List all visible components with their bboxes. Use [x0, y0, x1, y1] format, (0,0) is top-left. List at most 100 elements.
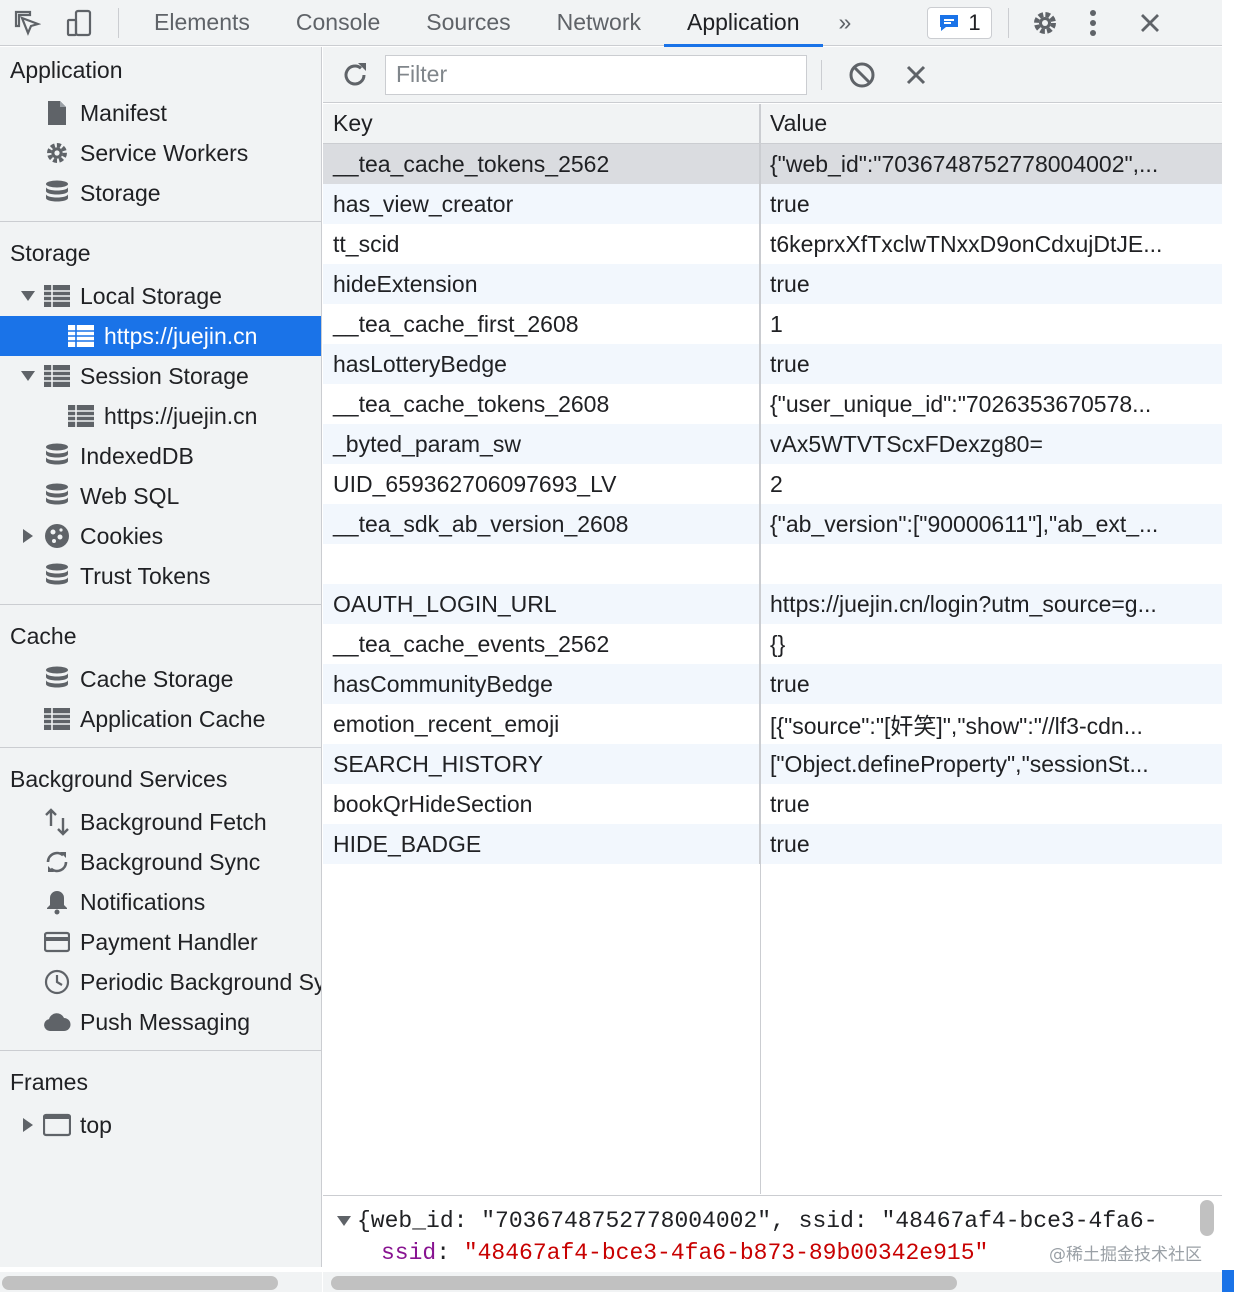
- sidebar-item-storage[interactable]: Storage: [0, 173, 321, 213]
- table-row[interactable]: __tea_cache_tokens_2608 {"user_unique_id"…: [323, 384, 1222, 424]
- table-cell-value[interactable]: vAx5WTVTScxFDexzg80=: [760, 424, 1220, 464]
- table-row[interactable]: hideExtension true: [323, 264, 1222, 304]
- table-cell-value[interactable]: [{"source":"[奸笑]","show":"//lf3-cdn...: [760, 704, 1220, 744]
- table-cell-value[interactable]: true: [760, 344, 1220, 384]
- delete-selected-icon[interactable]: [888, 47, 944, 103]
- tab-sources[interactable]: Sources: [403, 0, 533, 46]
- table-row[interactable]: has_view_creator true: [323, 184, 1222, 224]
- table-row[interactable]: __tea_cache_first_2608 1: [323, 304, 1222, 344]
- preview-horizontal-scrollbar[interactable]: [323, 1272, 1222, 1292]
- close-icon[interactable]: [1121, 0, 1179, 46]
- sidebar-item-payment-handler[interactable]: Payment Handler: [0, 922, 321, 962]
- table-cell-key[interactable]: __tea_sdk_ab_version_2608: [323, 504, 760, 544]
- sidebar-item-notifications[interactable]: Notifications: [0, 882, 321, 922]
- sidebar-item-cache-storage[interactable]: Cache Storage: [0, 659, 321, 699]
- scrollbar-thumb[interactable]: [2, 1276, 278, 1290]
- table-cell-key[interactable]: [323, 544, 760, 584]
- tab-application[interactable]: Application: [664, 0, 823, 47]
- table-cell-key[interactable]: emotion_recent_emoji: [323, 704, 760, 744]
- refresh-icon[interactable]: [335, 47, 375, 103]
- column-header-value[interactable]: Value: [760, 104, 1220, 143]
- sidebar-item-frame-top[interactable]: top: [0, 1105, 321, 1145]
- table-cell-key[interactable]: has_view_creator: [323, 184, 760, 224]
- scrollbar-thumb[interactable]: [331, 1276, 957, 1290]
- preview-object-line[interactable]: {web_id: "7036748752778004002", ssid: "4…: [337, 1208, 1158, 1234]
- table-cell-value[interactable]: true: [760, 664, 1220, 704]
- table-cell-key[interactable]: __tea_cache_tokens_2608: [323, 384, 760, 424]
- filter-input[interactable]: [385, 54, 807, 95]
- sidebar-item-background-sync[interactable]: Background Sync: [0, 842, 321, 882]
- sidebar-item-manifest[interactable]: Manifest: [0, 93, 321, 133]
- table-cell-key[interactable]: _byted_param_sw: [323, 424, 760, 464]
- triangle-down-icon[interactable]: [18, 291, 38, 301]
- table-row[interactable]: __tea_cache_events_2562 {}: [323, 624, 1222, 664]
- table-cell-value[interactable]: true: [760, 824, 1220, 864]
- triangle-down-icon[interactable]: [337, 1216, 351, 1226]
- sidebar-item-push-messaging[interactable]: Push Messaging: [0, 1002, 321, 1042]
- sidebar-item-background-fetch[interactable]: Background Fetch: [0, 802, 321, 842]
- table-row[interactable]: __tea_sdk_ab_version_2608 {"ab_version":[…: [323, 504, 1222, 544]
- table-cell-key[interactable]: bookQrHideSection: [323, 784, 760, 824]
- table-cell-key[interactable]: SEARCH_HISTORY: [323, 744, 760, 784]
- table-row[interactable]: UID_659362706097693_LV 2: [323, 464, 1222, 504]
- table-cell-value[interactable]: [760, 544, 1220, 584]
- sidebar-item-trust-tokens[interactable]: Trust Tokens: [0, 556, 321, 596]
- sidebar-item-indexeddb[interactable]: IndexedDB: [0, 436, 321, 476]
- table-row[interactable]: __tea_cache_tokens_2562 {"web_id":"703674…: [323, 144, 1222, 184]
- clear-all-icon[interactable]: [836, 47, 888, 103]
- triangle-right-icon[interactable]: [18, 1118, 38, 1132]
- table-row[interactable]: HIDE_BADGE true: [323, 824, 1222, 864]
- table-row[interactable]: OAUTH_LOGIN_URL https://juejin.cn/login?u…: [323, 584, 1222, 624]
- table-cell-value[interactable]: t6keprxXfTxclwTNxxD9onCdxujDtJE...: [760, 224, 1220, 264]
- device-toggle-icon[interactable]: [54, 0, 106, 46]
- table-cell-value[interactable]: true: [760, 264, 1220, 304]
- table-row[interactable]: hasLotteryBedge true: [323, 344, 1222, 384]
- table-cell-value[interactable]: 1: [760, 304, 1220, 344]
- sidebar-item-periodic-background-sync[interactable]: Periodic Background Sync: [0, 962, 321, 1002]
- sidebar-item-service-workers[interactable]: Service Workers: [0, 133, 321, 173]
- sidebar-item-session-storage-origin[interactable]: https://juejin.cn: [0, 396, 321, 436]
- sidebar-item-session-storage[interactable]: Session Storage: [0, 356, 321, 396]
- sidebar-item-local-storage-origin[interactable]: https://juejin.cn: [0, 316, 321, 356]
- sidebar-item-cookies[interactable]: Cookies: [0, 516, 321, 556]
- table-row[interactable]: SEARCH_HISTORY ["Object.defineProperty","…: [323, 744, 1222, 784]
- table-row[interactable]: emotion_recent_emoji [{"source":"[奸笑]","s…: [323, 704, 1222, 744]
- table-cell-value[interactable]: {"ab_version":["90000611"],"ab_ext_...: [760, 504, 1220, 544]
- table-cell-key[interactable]: hasLotteryBedge: [323, 344, 760, 384]
- sidebar-item-web-sql[interactable]: Web SQL: [0, 476, 321, 516]
- inspect-icon[interactable]: [0, 0, 54, 46]
- table-cell-value[interactable]: true: [760, 184, 1220, 224]
- gear-icon[interactable]: [1025, 0, 1065, 46]
- table-cell-key[interactable]: hasCommunityBedge: [323, 664, 760, 704]
- issues-button[interactable]: 1: [927, 6, 992, 39]
- sidebar-item-local-storage[interactable]: Local Storage: [0, 276, 321, 316]
- table-cell-value[interactable]: 2: [760, 464, 1220, 504]
- tab-network[interactable]: Network: [534, 0, 664, 46]
- table-cell-value[interactable]: {"web_id":"7036748752778004002",...: [760, 144, 1220, 184]
- triangle-right-icon[interactable]: [18, 529, 38, 543]
- sidebar-horizontal-scrollbar[interactable]: [0, 1272, 322, 1292]
- table-row[interactable]: tt_scid t6keprxXfTxclwTNxxD9onCdxujDtJE..…: [323, 224, 1222, 264]
- table-cell-value[interactable]: https://juejin.cn/login?utm_source=g...: [760, 584, 1220, 624]
- tab-console[interactable]: Console: [273, 0, 403, 46]
- table-cell-value[interactable]: ["Object.defineProperty","sessionSt...: [760, 744, 1220, 784]
- table-cell-key[interactable]: HIDE_BADGE: [323, 824, 760, 864]
- table-cell-value[interactable]: {}: [760, 624, 1220, 664]
- table-cell-value[interactable]: true: [760, 784, 1220, 824]
- table-cell-key[interactable]: __tea_cache_events_2562: [323, 624, 760, 664]
- tab-elements[interactable]: Elements: [131, 0, 273, 46]
- table-cell-key[interactable]: UID_659362706097693_LV: [323, 464, 760, 504]
- table-cell-key[interactable]: tt_scid: [323, 224, 760, 264]
- table-cell-key[interactable]: hideExtension: [323, 264, 760, 304]
- table-cell-key[interactable]: __tea_cache_first_2608: [323, 304, 760, 344]
- more-tabs-button[interactable]: »: [823, 0, 868, 46]
- column-header-key[interactable]: Key: [323, 104, 760, 143]
- sidebar-item-application-cache[interactable]: Application Cache: [0, 699, 321, 739]
- table-row[interactable]: [323, 544, 1222, 584]
- kebab-menu-icon[interactable]: [1065, 0, 1121, 46]
- preview-vertical-scrollbar[interactable]: [1200, 1200, 1214, 1236]
- table-row[interactable]: bookQrHideSection true: [323, 784, 1222, 824]
- table-cell-key[interactable]: __tea_cache_tokens_2562: [323, 144, 760, 184]
- table-row[interactable]: _byted_param_sw vAx5WTVTScxFDexzg80=: [323, 424, 1222, 464]
- table-row[interactable]: hasCommunityBedge true: [323, 664, 1222, 704]
